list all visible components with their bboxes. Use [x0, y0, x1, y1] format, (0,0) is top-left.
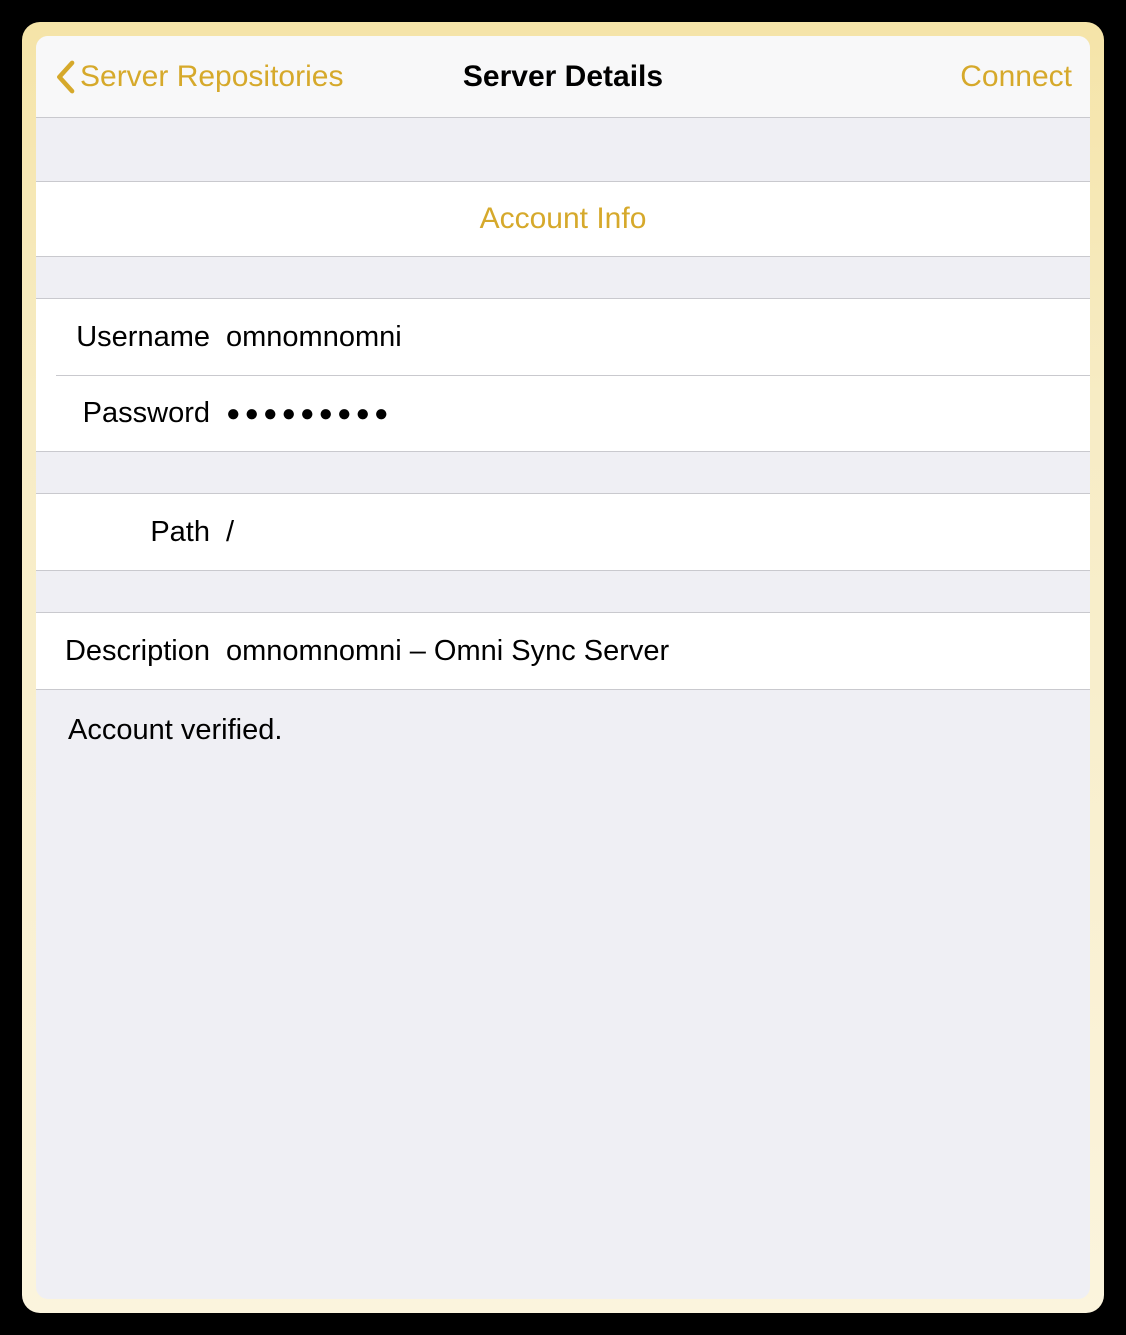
password-row: Password ●●●●●●●●● — [56, 375, 1090, 451]
path-label: Path — [56, 516, 226, 549]
back-label: Server Repositories — [80, 60, 343, 94]
username-row: Username — [36, 299, 1090, 375]
connect-button[interactable]: Connect — [960, 60, 1072, 94]
chevron-left-icon — [54, 60, 76, 94]
credentials-group: Username Password ●●●●●●●●● — [36, 298, 1090, 452]
password-field[interactable]: ●●●●●●●●● — [226, 400, 1090, 428]
path-group: Path — [36, 493, 1090, 571]
path-field[interactable] — [226, 516, 1090, 549]
spacer — [36, 118, 1090, 181]
spacer — [36, 771, 1090, 1299]
password-label: Password — [56, 397, 226, 430]
navigation-bar: Server Repositories Server Details Conne… — [36, 36, 1090, 118]
window-frame: Server Repositories Server Details Conne… — [22, 22, 1104, 1313]
username-label: Username — [56, 321, 226, 354]
username-field[interactable] — [226, 321, 1090, 354]
status-message: Account verified. — [36, 690, 1090, 771]
server-details-panel: Server Repositories Server Details Conne… — [36, 36, 1090, 1299]
path-row: Path — [36, 494, 1090, 570]
spacer — [36, 257, 1090, 298]
back-button[interactable]: Server Repositories — [54, 60, 343, 94]
spacer — [36, 452, 1090, 493]
spacer — [36, 571, 1090, 612]
description-label: Description — [56, 635, 226, 668]
description-group: Description — [36, 612, 1090, 690]
description-field[interactable] — [226, 635, 1090, 668]
description-row: Description — [36, 613, 1090, 689]
account-info-group: Account Info — [36, 181, 1090, 257]
account-info-link[interactable]: Account Info — [36, 182, 1090, 256]
